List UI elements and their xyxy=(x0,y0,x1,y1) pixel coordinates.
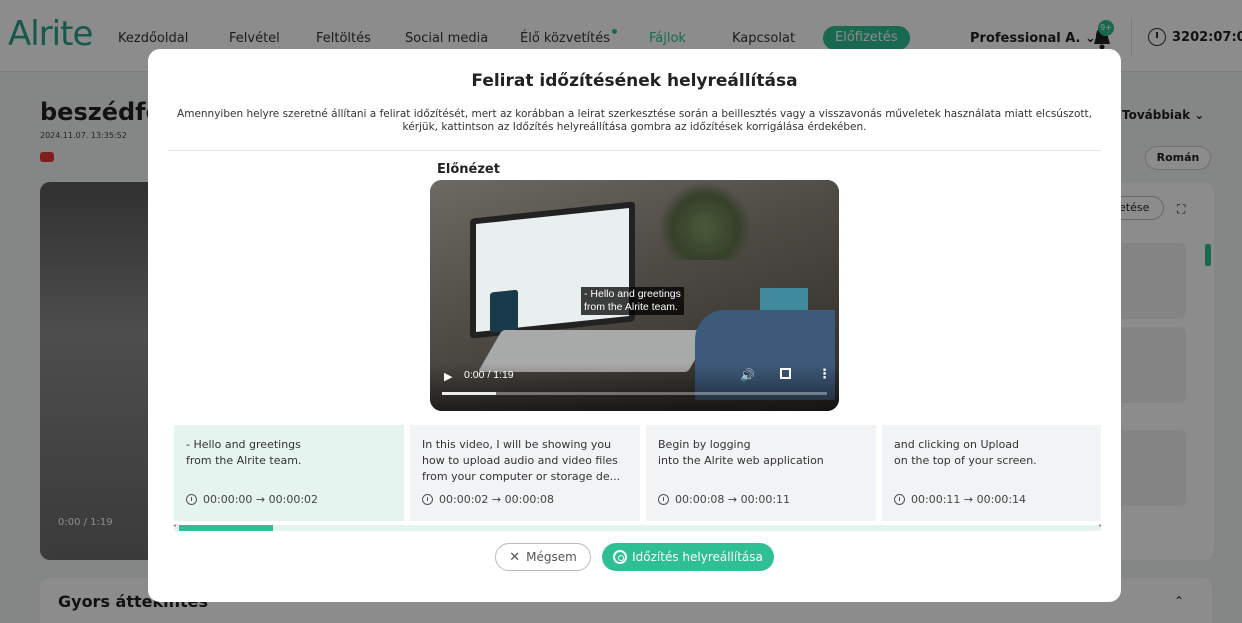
subtitle-card-time-text: 00:00:11 → 00:00:14 xyxy=(911,493,1027,506)
restore-timing-button[interactable]: Időzítés helyreállítása xyxy=(602,543,774,571)
subtitle-card-text: - Hello and greetings from the Alrite te… xyxy=(186,438,302,467)
clock-icon xyxy=(422,494,433,505)
video-subtitle: - Hello and greetings from the Alrite te… xyxy=(581,287,684,315)
divider xyxy=(168,150,1101,151)
subtitle-card-time: 00:00:02 → 00:00:08 xyxy=(422,493,554,506)
subtitle-cards: - Hello and greetings from the Alrite te… xyxy=(174,425,1101,521)
restore-timing-button-label: Időzítés helyreállítása xyxy=(632,550,763,564)
clock-icon xyxy=(894,494,905,505)
subtitle-card-time-text: 00:00:08 → 00:00:11 xyxy=(675,493,791,506)
subtitle-card-text: and clicking on Upload on the top of you… xyxy=(894,438,1037,467)
subtitle-card-text: Begin by logging into the Alrite web app… xyxy=(658,438,824,467)
subtitle-card-time-text: 00:00:02 → 00:00:08 xyxy=(439,493,555,506)
subtitle-card-time-text: 00:00:00 → 00:00:02 xyxy=(203,493,319,506)
cancel-button-label: Mégsem xyxy=(526,550,577,564)
more-icon[interactable]: ⋮ xyxy=(818,367,831,382)
dialog-title: Felirat időzítésének helyreállítása xyxy=(471,71,798,91)
cancel-button[interactable]: ✕ Mégsem xyxy=(495,543,591,571)
restore-timing-dialog: Felirat időzítésének helyreállítása Amen… xyxy=(148,49,1121,602)
dialog-description: Amennyiben helyre szeretné állítani a fe… xyxy=(177,108,1092,133)
player-progress-fill xyxy=(442,392,496,395)
video-player[interactable]: - Hello and greetings from the Alrite te… xyxy=(430,180,839,411)
cards-scrollbar-thumb[interactable] xyxy=(179,525,273,531)
subtitle-card-time: 00:00:08 → 00:00:11 xyxy=(658,493,790,506)
restore-icon xyxy=(613,550,628,564)
clock-icon xyxy=(186,494,197,505)
volume-icon[interactable]: 🔊 xyxy=(740,368,755,382)
player-time: 0:00 / 1:19 xyxy=(464,369,514,381)
preview-label: Előnézet xyxy=(437,162,500,177)
player-progress[interactable] xyxy=(442,392,827,395)
play-icon[interactable]: ▶ xyxy=(444,370,452,383)
subtitle-card[interactable]: - Hello and greetings from the Alrite te… xyxy=(174,425,404,521)
subtitle-card-text: In this video, I will be showing you how… xyxy=(422,438,621,483)
subtitle-card-time: 00:00:11 → 00:00:14 xyxy=(894,493,1026,506)
scroll-left-icon[interactable]: ◂ xyxy=(173,522,176,529)
subtitle-card[interactable]: In this video, I will be showing you how… xyxy=(410,425,640,521)
scene-card xyxy=(490,289,518,333)
scene-plant xyxy=(660,180,750,260)
subtitle-card-time: 00:00:00 → 00:00:02 xyxy=(186,493,318,506)
close-icon: ✕ xyxy=(509,549,521,565)
scroll-right-icon[interactable]: ▸ xyxy=(1099,522,1102,529)
subtitle-card[interactable]: and clicking on Upload on the top of you… xyxy=(882,425,1101,521)
subtitle-card[interactable]: Begin by logging into the Alrite web app… xyxy=(646,425,876,521)
fullscreen-icon[interactable] xyxy=(780,368,791,379)
clock-icon xyxy=(658,494,669,505)
cards-scrollbar[interactable]: ◂ ▸ xyxy=(173,522,1102,531)
scene-laptop-screen xyxy=(470,201,635,339)
